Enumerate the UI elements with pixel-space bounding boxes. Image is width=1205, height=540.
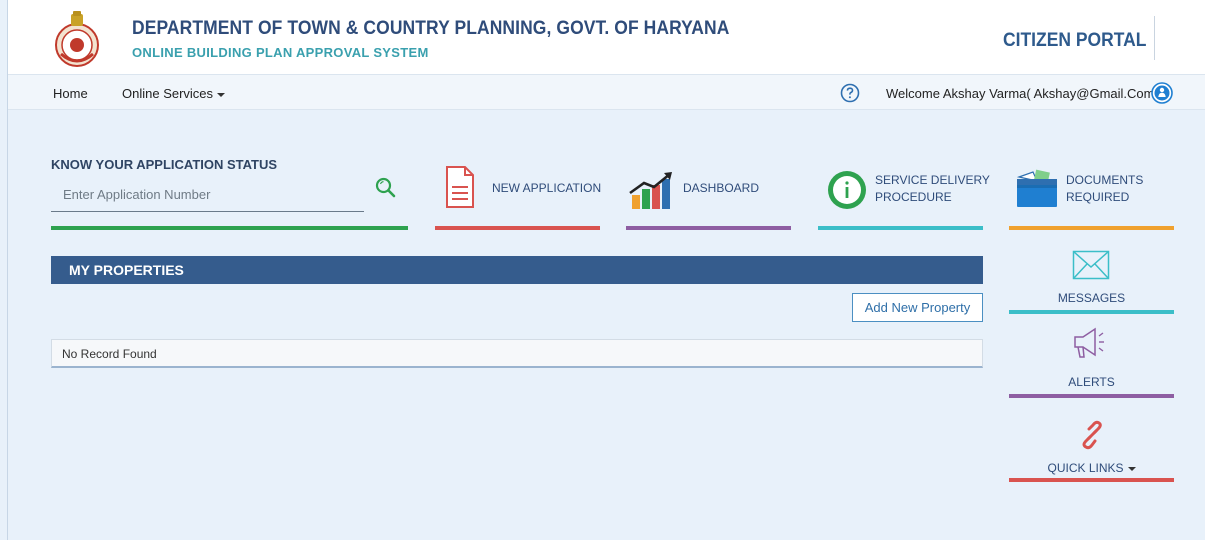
tile-service-delivery-label-2: PROCEDURE xyxy=(875,190,952,204)
tile-service-delivery-label-1: SERVICE DELIVERY xyxy=(875,173,990,187)
properties-empty-row: No Record Found xyxy=(51,339,983,368)
side-messages[interactable]: MESSAGES xyxy=(1009,250,1174,312)
question-circle-icon[interactable] xyxy=(840,83,860,103)
alerts-bar xyxy=(1009,394,1174,398)
quick-links-bar xyxy=(1009,478,1174,482)
service-delivery-bar xyxy=(818,226,983,230)
status-title: KNOW YOUR APPLICATION STATUS xyxy=(51,157,278,172)
messages-bar xyxy=(1009,310,1174,314)
top-navbar: Home Online Services Welcome Akshay Varm… xyxy=(8,74,1205,110)
nav-online-services[interactable]: Online Services xyxy=(122,86,226,101)
add-new-property-button[interactable]: Add New Property xyxy=(852,293,983,322)
new-application-bar xyxy=(435,226,600,230)
document-icon xyxy=(446,166,474,208)
portal-label: CITIZEN PORTAL xyxy=(1003,30,1147,51)
nav-online-services-label: Online Services xyxy=(122,86,214,101)
bar-chart-icon xyxy=(629,172,672,209)
folder-icon xyxy=(1016,169,1057,207)
megaphone-icon xyxy=(1074,327,1104,358)
department-title: DEPARTMENT OF TOWN & COUNTRY PLANNING, G… xyxy=(132,18,730,39)
header-divider xyxy=(1154,16,1155,60)
side-quick-links-label: QUICK LINKS xyxy=(1047,461,1124,475)
chevron-down-icon xyxy=(217,92,226,97)
user-circle-icon[interactable] xyxy=(1151,82,1173,104)
tile-dashboard[interactable]: DASHBOARD xyxy=(626,165,791,215)
haryana-emblem-icon xyxy=(55,11,99,67)
tile-service-delivery-procedure[interactable]: SERVICE DELIVERY PROCEDURE xyxy=(818,165,990,215)
tile-new-application-label: NEW APPLICATION xyxy=(492,181,602,195)
no-record-text: No Record Found xyxy=(62,347,157,361)
tile-documents-label-1: DOCUMENTS xyxy=(1066,173,1144,187)
tile-documents-label-2: REQUIRED xyxy=(1066,190,1130,204)
chevron-down-icon xyxy=(1127,466,1136,471)
link-icon xyxy=(1082,420,1102,450)
my-properties-header: MY PROPERTIES xyxy=(51,256,983,284)
side-quick-links[interactable]: QUICK LINKS xyxy=(1009,418,1174,478)
search-icon[interactable] xyxy=(374,176,398,200)
my-properties-title: MY PROPERTIES xyxy=(69,262,184,278)
page-frame: DEPARTMENT OF TOWN & COUNTRY PLANNING, G… xyxy=(7,0,1205,540)
dashboard-bar xyxy=(626,226,791,230)
tile-dashboard-label: DASHBOARD xyxy=(683,181,760,195)
user-menu[interactable]: Welcome Akshay Varma( Akshay@Gmail.Com) xyxy=(886,86,1171,101)
side-quick-links-label-wrap: QUICK LINKS xyxy=(1009,461,1174,475)
tile-new-application[interactable]: NEW APPLICATION xyxy=(435,165,602,215)
welcome-text: Welcome Akshay Varma( Akshay@Gmail.Com) xyxy=(886,86,1159,101)
side-messages-label: MESSAGES xyxy=(1057,291,1126,305)
nav-home[interactable]: Home xyxy=(53,86,88,101)
side-alerts[interactable]: ALERTS xyxy=(1009,325,1174,395)
site-header: DEPARTMENT OF TOWN & COUNTRY PLANNING, G… xyxy=(8,0,1205,74)
system-subtitle: ONLINE BUILDING PLAN APPROVAL SYSTEM xyxy=(132,45,429,60)
documents-bar xyxy=(1009,226,1174,230)
info-circle-icon xyxy=(828,171,866,209)
status-underline-bar xyxy=(51,226,408,230)
tile-documents-required[interactable]: DOCUMENTS REQUIRED xyxy=(1009,165,1174,215)
application-number-input[interactable] xyxy=(51,178,364,212)
envelope-icon xyxy=(1072,250,1110,280)
side-alerts-label: ALERTS xyxy=(1068,375,1115,389)
